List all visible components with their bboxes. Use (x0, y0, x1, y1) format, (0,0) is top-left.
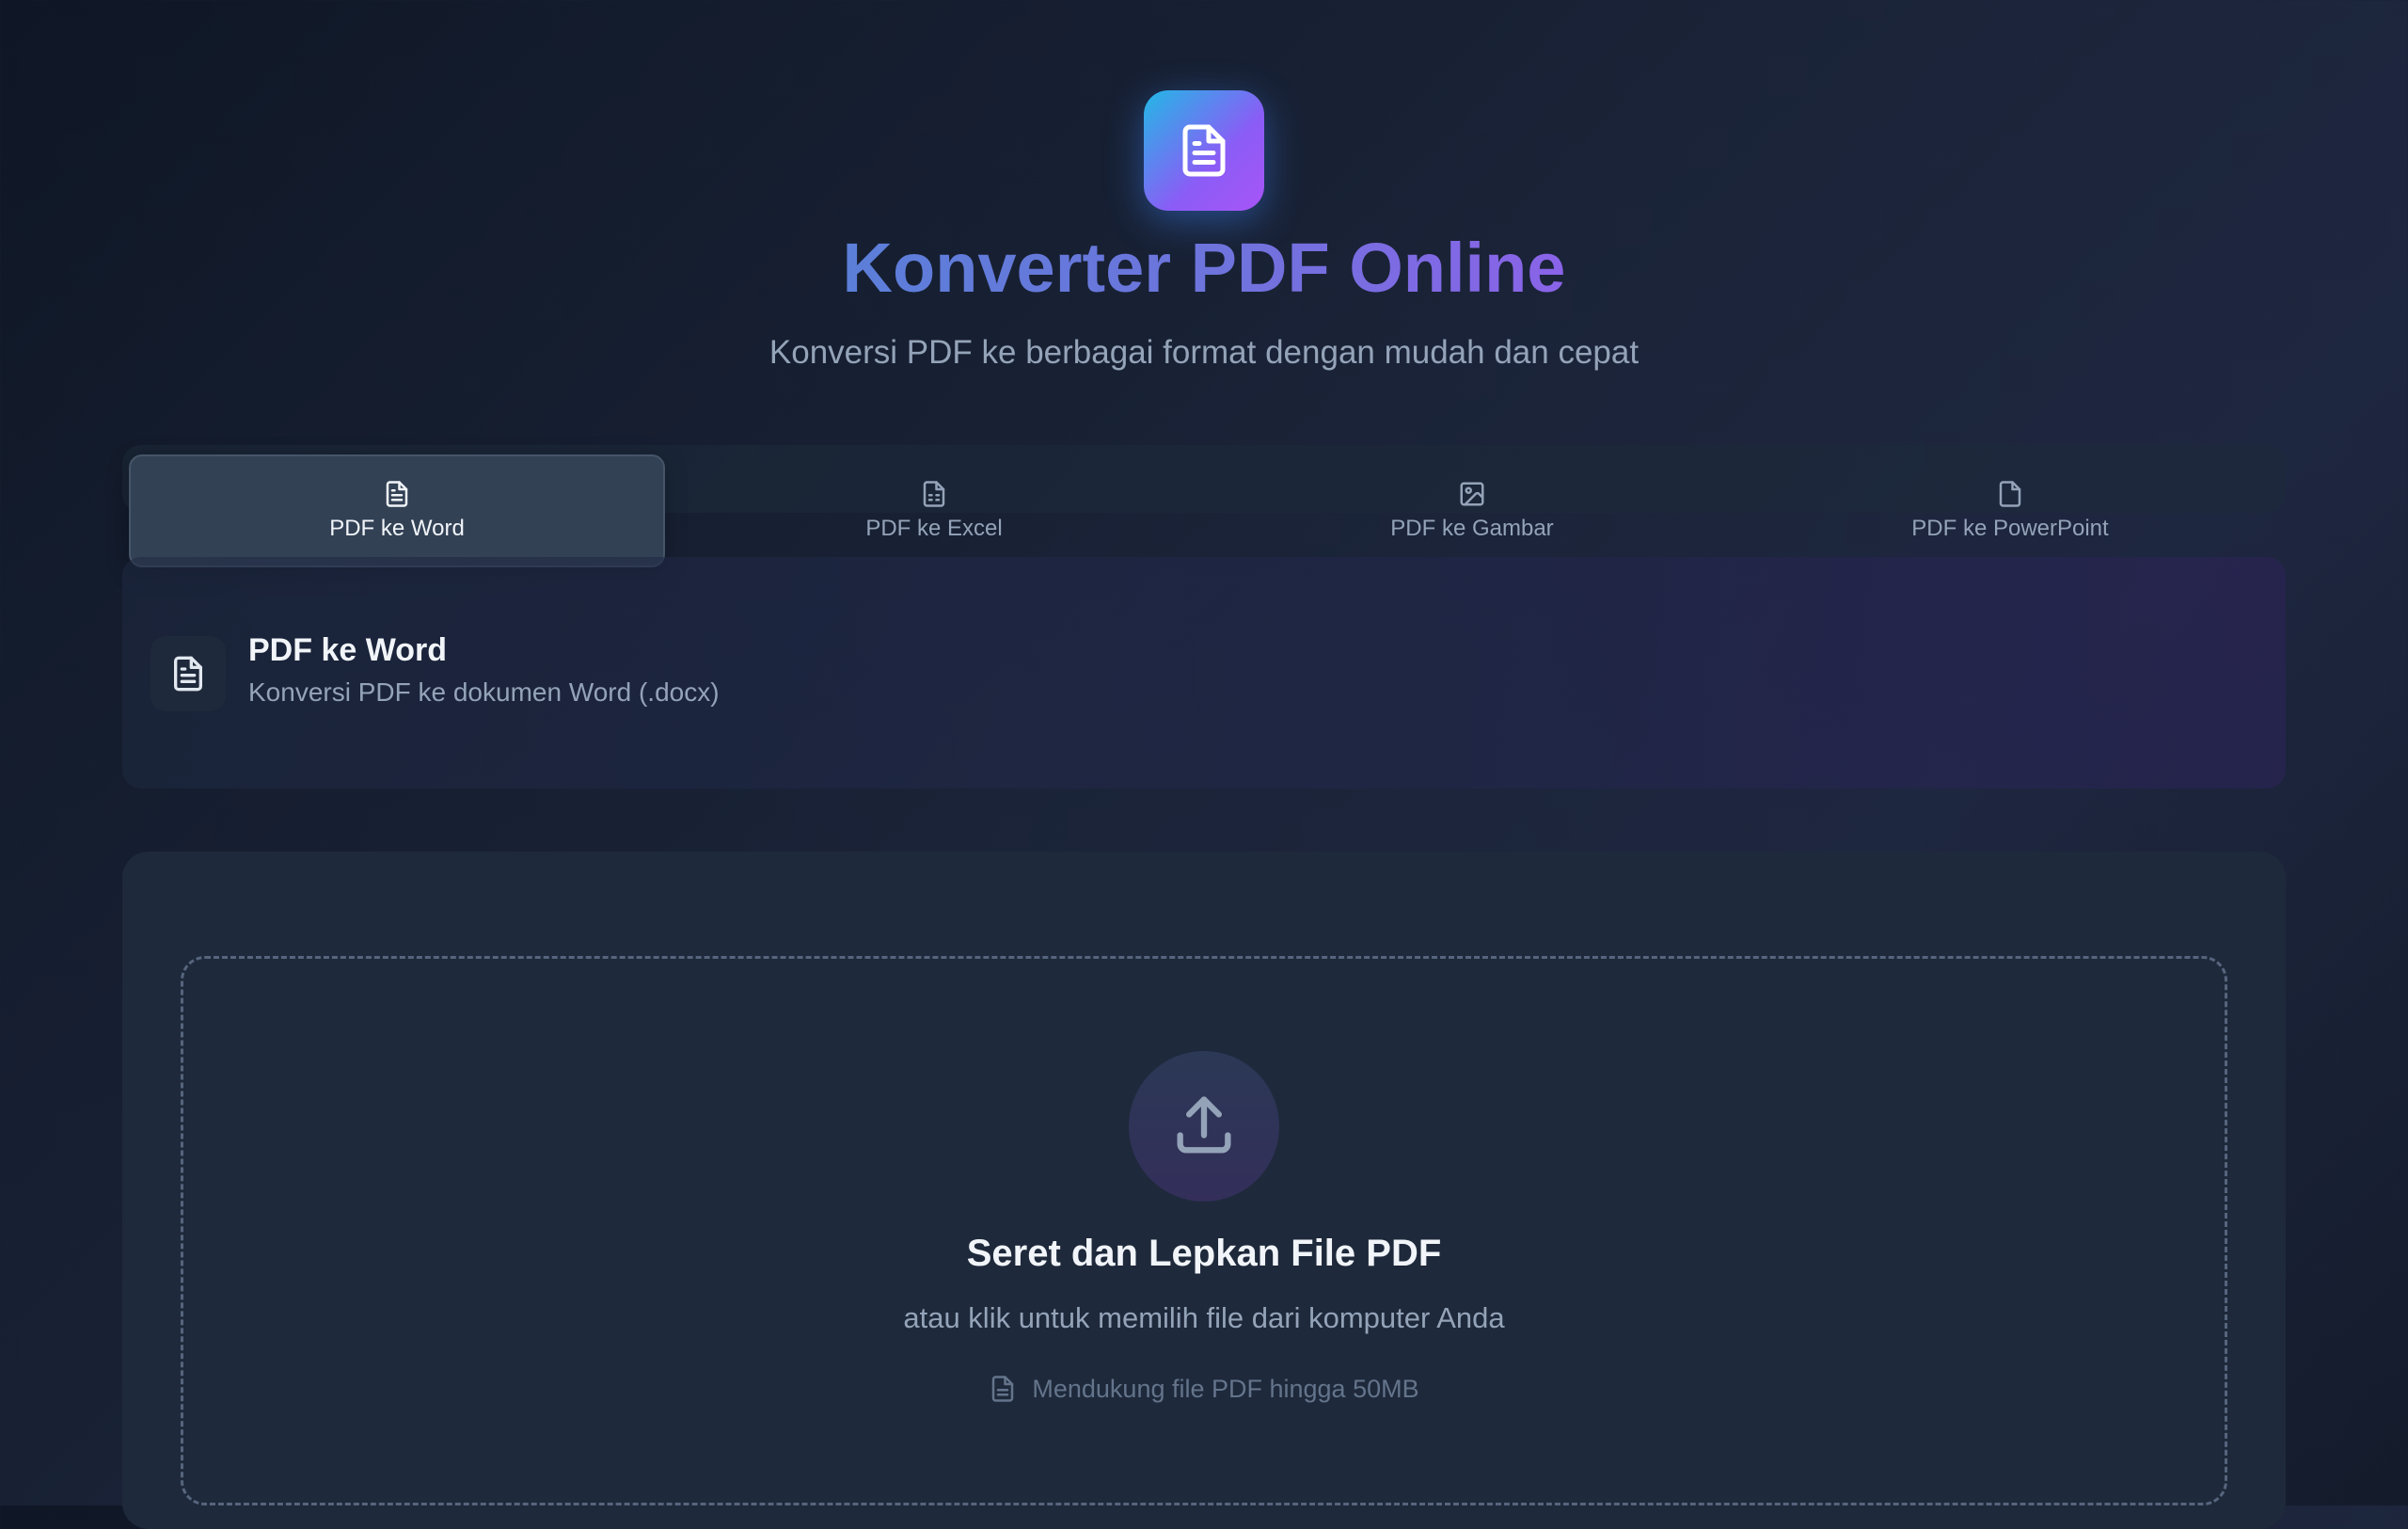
page-subtitle: Konversi PDF ke berbagai format dengan m… (768, 334, 1640, 371)
tab-pdf-to-excel[interactable]: PDF ke Excel (666, 454, 1202, 567)
upload-icon-circle (1129, 1051, 1279, 1202)
info-description: Konversi PDF ke dokumen Word (.docx) (248, 677, 720, 707)
upload-icon (1177, 1096, 1231, 1154)
tab-label: PDF ke PowerPoint (1911, 516, 2109, 541)
file-spreadsheet-icon (923, 481, 945, 507)
tab-label: PDF ke Excel (865, 516, 1003, 541)
tab-pdf-to-image[interactable]: PDF ke Gambar (1204, 454, 1740, 567)
image-icon (1460, 482, 1484, 506)
file-text-icon (386, 481, 408, 507)
tab-label: PDF ke Gambar (1390, 516, 1554, 541)
dropzone-note-text: Mendukung file PDF hingga 50MB (1032, 1375, 1419, 1403)
file-text-icon (992, 1376, 1014, 1402)
tab-label: PDF ke Word (329, 516, 465, 541)
file-icon (1999, 481, 2021, 507)
dropzone-subtitle: atau klik untuk memilih file dari komput… (903, 1301, 1505, 1334)
tab-pdf-to-powerpoint[interactable]: PDF ke PowerPoint (1742, 454, 2278, 567)
file-text-icon (1182, 124, 1226, 177)
tab-pdf-to-word[interactable]: PDF ke Word (129, 454, 665, 567)
conversion-info-panel (122, 557, 2286, 788)
page-title: Konverter PDF Online (842, 229, 1566, 307)
app-logo (1144, 90, 1264, 211)
file-text-icon (174, 656, 202, 692)
info-title: PDF ke Word (248, 632, 447, 668)
dropzone-title: Seret dan Lepkan File PDF (966, 1233, 1442, 1274)
dropzone-note: Mendukung file PDF hingga 50MB (0, 1370, 2408, 1408)
info-icon-box (150, 636, 226, 711)
